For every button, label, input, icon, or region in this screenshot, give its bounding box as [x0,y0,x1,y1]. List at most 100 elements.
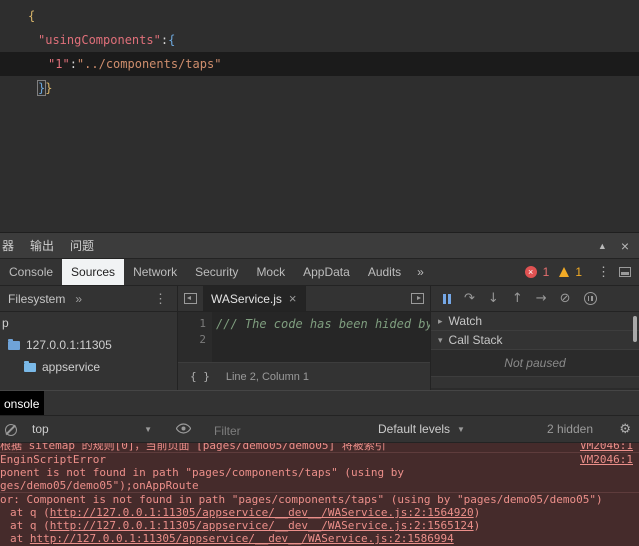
tree-item-appservice[interactable]: appservice [0,356,177,378]
wechat-devtools-window: { "usingComponents":{ "1":"../components… [0,0,639,546]
editor-line: "usingComponents":{ [0,28,639,52]
stack-frame-text: at http://127.0.0.1:11305/appservice/__d… [10,532,454,545]
console-drawer-tabbar: onsole [0,390,639,416]
tab-debugger-partial[interactable]: 器 [2,237,14,254]
dock-side-icon[interactable] [619,267,631,277]
stack-frame-link[interactable]: http://127.0.0.1:11305/appservice/__dev_… [50,519,474,532]
pause-on-exceptions-icon[interactable] [583,292,597,305]
filesystem-menu-icon[interactable]: ⋮ [154,291,167,307]
call-stack-section-header[interactable]: ▾ Call Stack [431,331,639,350]
scope-section-header[interactable] [431,376,639,388]
editor-token: { [28,9,36,23]
execution-context-selector[interactable]: top ▼ [26,416,158,442]
console-filter-input[interactable] [212,420,366,441]
line-number: 2 [199,333,206,346]
clear-console-icon[interactable] [5,424,17,436]
editor-line-highlighted: "1":"../components/taps" [0,52,639,76]
eye-icon[interactable] [175,423,192,437]
console-message-text: or: Component is not found in path "page… [0,493,603,506]
tree-item-label: 127.0.0.1:11305 [26,338,112,352]
console-stack-frame[interactable]: at q (http://127.0.0.1:11305/appservice/… [0,519,639,532]
stack-frame-link[interactable]: http://127.0.0.1:11305/appservice/__dev_… [50,506,474,519]
caret-down-icon: ▼ [144,424,152,434]
tree-item-host[interactable]: 127.0.0.1:11305 [0,334,177,356]
line-number-gutter[interactable]: 1 2 [178,312,212,362]
editor-line: { [0,4,639,28]
console-stack-frame[interactable]: at http://127.0.0.1:11305/appservice/__d… [0,532,639,545]
source-status-bar: { } Line 2, Column 1 [178,362,430,390]
error-count[interactable]: 1 [543,265,550,279]
editor-token: "usingComponents" [38,33,161,47]
line-number: 1 [199,317,206,330]
collapse-panel-icon[interactable]: ▲ [598,241,607,251]
tab-mock[interactable]: Mock [247,259,294,285]
filesystem-more-icon[interactable]: » [75,292,82,306]
log-levels-dropdown[interactable]: Default levels ▼ [378,416,465,442]
tab-appdata[interactable]: AppData [294,259,359,285]
file-navigator: p 127.0.0.1:11305 appservice [0,312,178,390]
tab-console[interactable]: Console [0,259,62,285]
tab-security[interactable]: Security [186,259,247,285]
filesystem-label[interactable]: Filesystem [8,292,65,306]
stack-frame-text: at q (http://127.0.0.1:11305/appservice/… [10,506,481,519]
editor-token: "1" [48,57,70,71]
toggle-navigator-icon[interactable] [184,293,197,304]
console-message-error-title[interactable]: EnginScriptError VM2046:1 [0,453,639,466]
pretty-print-icon[interactable]: { } [190,370,210,383]
watch-section-header[interactable]: ▸ Watch [431,312,639,331]
sidebar-scrollbar[interactable] [633,316,637,342]
console-message-text: 根据 sitemap 的规则[0]，当前页面 [pages/demo05/dem… [0,443,386,452]
console-source-link[interactable]: VM2046:1 [580,443,633,452]
tab-issues[interactable]: 问题 [70,237,94,254]
editor-token: } [45,81,53,95]
close-panel-icon[interactable]: × [621,239,629,253]
console-source-link[interactable]: VM2046:1 [580,453,633,466]
debug-panel-tabbar: 器 输出 问题 ▲ × [0,232,639,258]
warning-badge-icon[interactable] [559,267,570,277]
stack-frame-link[interactable]: http://127.0.0.1:11305/appservice/__dev_… [30,532,454,545]
error-badge-icon[interactable]: × [524,266,537,278]
console-message-sitemap[interactable]: 根据 sitemap 的规则[0]，当前页面 [pages/demo05/dem… [0,443,639,453]
editor-token: { [168,33,176,47]
console-stack-frame[interactable]: at q (http://127.0.0.1:11305/appservice/… [0,506,639,519]
console-messages[interactable]: 根据 sitemap 的规则[0]，当前页面 [pages/demo05/dem… [0,443,639,546]
context-label: top [32,422,49,436]
tree-item-label: p [2,316,9,330]
not-paused-message: Not paused [504,356,566,370]
pause-resume-icon[interactable] [443,293,451,304]
console-settings-gear-icon[interactable]: ⚙ [619,422,631,437]
file-tab-waservice[interactable]: WAService.js × [203,286,306,311]
step-icon[interactable]: → [536,292,547,305]
devtools-menu-icon[interactable]: ⋮ [594,264,613,280]
step-out-icon[interactable]: ↑ [512,292,523,305]
deactivate-breakpoints-icon[interactable]: ⊘ [560,292,571,305]
console-message-text: EnginScriptError [0,453,106,466]
step-over-icon[interactable]: ↷ [464,292,475,305]
step-into-icon[interactable]: ↓ [488,292,499,305]
file-tab-close-icon[interactable]: × [289,291,297,306]
hidden-messages-count[interactable]: 2 hidden [547,416,593,442]
editor-token: : [160,33,169,47]
tab-output[interactable]: 输出 [30,237,54,254]
console-message-error[interactable]: or: Component is not found in path "page… [0,493,639,506]
console-drawer-tab[interactable]: onsole [0,391,44,416]
tab-network[interactable]: Network [124,259,186,285]
toggle-debugger-panel-icon[interactable] [411,293,424,304]
sources-header-row: Filesystem » ⋮ WAService.js × ↷ ↓ ↑ → ⊘ [0,285,639,312]
file-tab-label: WAService.js [211,291,282,306]
filesystem-panel-header: Filesystem » ⋮ [0,286,178,311]
tab-sources[interactable]: Sources [62,259,125,285]
more-tabs-icon[interactable]: » [410,259,431,285]
console-message-line[interactable]: ges/demo05/demo05");onAppRoute [0,479,639,493]
editor-token: : [69,57,77,71]
tree-item[interactable]: p [0,312,177,334]
console-message-text: ges/demo05/demo05");onAppRoute [0,479,199,492]
warning-count[interactable]: 1 [575,265,582,279]
debugger-controls: ↷ ↓ ↑ → ⊘ [430,286,639,311]
tab-audits[interactable]: Audits [359,259,410,285]
json-editor[interactable]: { "usingComponents":{ "1":"../components… [0,0,639,232]
console-message-line[interactable]: ponent is not found in path "pages/compo… [0,466,639,479]
folder-icon [8,338,20,350]
source-code-viewer[interactable]: /// The code has been hided by [212,312,430,362]
console-toolbar: top ▼ Default levels ▼ 2 hidden ⚙ [0,415,639,443]
